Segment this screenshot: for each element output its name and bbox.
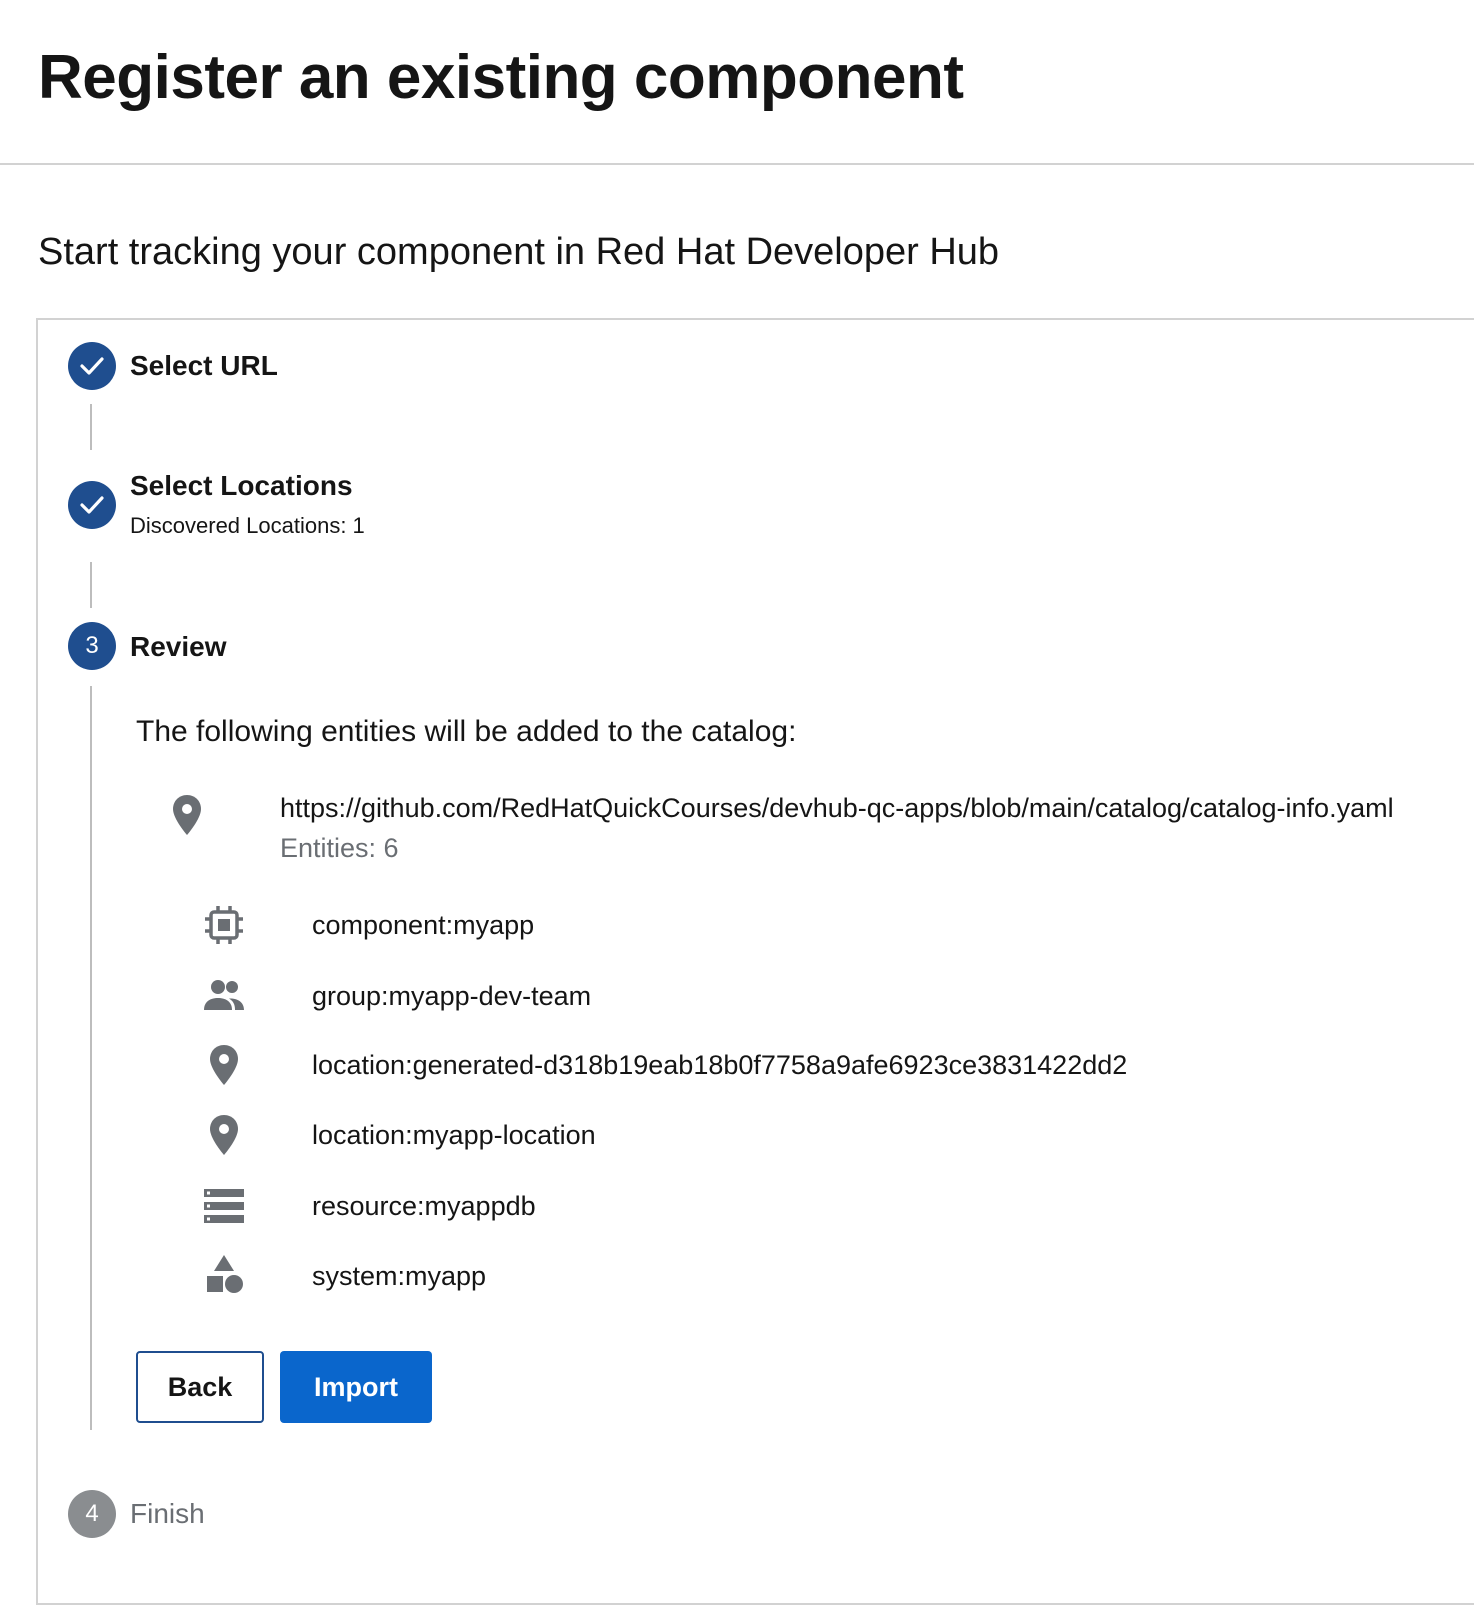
step-1-label[interactable]: Select URL (130, 348, 278, 384)
check-icon (80, 496, 104, 514)
entity-label: resource:myappdb (312, 1191, 536, 1221)
system-shapes-icon (207, 1255, 243, 1293)
back-button[interactable]: Back (136, 1351, 264, 1423)
entity-row: location:myapp-location (190, 1105, 1290, 1165)
entity-label: component:myapp (312, 910, 535, 940)
group-people-icon (204, 980, 244, 1010)
page-header: Register an existing component (0, 0, 1474, 165)
entity-row: location:generated-d318b19eab18b0f7758a9… (190, 1035, 1290, 1095)
step-connector (90, 562, 92, 608)
location-pin-icon (210, 1045, 238, 1085)
review-intro-text: The following entities will be added to … (136, 715, 797, 748)
entity-row: system:myapp (190, 1246, 1290, 1306)
entity-row: component:myapp (190, 895, 1290, 955)
step-3-active-indicator: 3 (68, 622, 116, 670)
step-3-label: Review (130, 631, 227, 662)
step-connector (90, 686, 92, 1430)
entity-label: location:myapp-location (312, 1120, 596, 1150)
page-title: Register an existing component (38, 43, 964, 112)
check-icon (80, 357, 104, 375)
entity-row: group:myapp-dev-team (190, 966, 1290, 1026)
import-button[interactable]: Import (280, 1351, 432, 1423)
entity-row: resource:myappdb (190, 1176, 1290, 1236)
entity-label: group:myapp-dev-team (312, 981, 592, 1011)
location-url: https://github.com/RedHatQuickCourses/de… (280, 793, 1394, 823)
step-2-complete-indicator (68, 481, 116, 529)
component-chip-icon (205, 906, 243, 944)
step-2-sublabel: Discovered Locations: 1 (130, 513, 365, 538)
step-4-label: Finish (130, 1498, 205, 1529)
step-1-complete-indicator (68, 342, 116, 390)
location-pin-icon (173, 795, 201, 835)
entity-label: system:myapp (312, 1261, 487, 1291)
step-4-number: 4 (85, 1500, 99, 1527)
step-2-label[interactable]: Select Locations (130, 468, 353, 504)
resource-storage-icon (204, 1189, 244, 1223)
step-4-pending-indicator: 4 (68, 1490, 116, 1538)
entity-label: location:generated-d318b19eab18b0f7758a9… (312, 1050, 1128, 1080)
step-3-number: 3 (85, 632, 99, 659)
step-connector (90, 404, 92, 450)
location-entities-count: Entities: 6 (280, 833, 399, 863)
location-pin-icon (210, 1115, 238, 1155)
page-subtitle: Start tracking your component in Red Hat… (38, 231, 1000, 273)
